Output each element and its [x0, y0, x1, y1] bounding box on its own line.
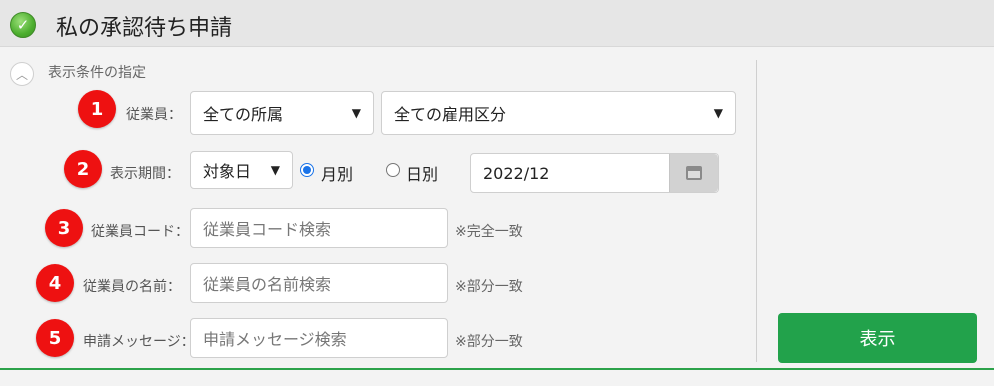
employee-name-placeholder: 従業員の名前検索	[203, 275, 332, 294]
date-value: 2022/12	[483, 164, 550, 183]
partial-match-note: ※部分一致	[455, 279, 523, 295]
radio-monthly-label[interactable]: 月別	[321, 161, 353, 185]
date-input[interactable]: 2022/12	[470, 153, 719, 193]
radio-daily[interactable]	[386, 163, 400, 177]
employment-type-select[interactable]: 全ての雇用区分 ▼	[381, 91, 736, 135]
message-placeholder: 申請メッセージ検索	[203, 330, 347, 349]
employee-code-placeholder: 従業員コード検索	[203, 220, 332, 239]
caret-down-icon: ▼	[351, 106, 361, 120]
caret-down-icon: ▼	[713, 106, 723, 120]
check-circle-icon: ✓	[10, 12, 36, 38]
employee-code-input[interactable]: 従業員コード検索	[190, 208, 448, 248]
period-basis-select[interactable]: 対象日 ▼	[190, 151, 293, 189]
step-badge-3: 3	[45, 209, 83, 247]
step-badge-4: 4	[36, 264, 74, 302]
name-label: 従業員の名前：	[83, 279, 181, 295]
exact-match-note: ※完全一致	[455, 224, 523, 240]
calendar-button[interactable]	[669, 154, 718, 192]
employment-type-value: 全ての雇用区分	[394, 105, 507, 124]
page-title: 私の承認待ち申請	[56, 16, 233, 41]
affiliation-select[interactable]: 全ての所属 ▼	[190, 91, 374, 135]
message-label: 申請メッセージ：	[83, 334, 195, 350]
radio-monthly[interactable]	[300, 163, 314, 177]
partial-match-note: ※部分一致	[455, 334, 523, 350]
step-badge-5: 5	[36, 319, 74, 357]
period-label: 表示期間：	[110, 166, 180, 182]
vertical-divider	[756, 60, 757, 362]
calendar-icon	[686, 166, 702, 180]
caret-down-icon: ▼	[270, 163, 280, 177]
show-button[interactable]: 表示	[778, 313, 977, 363]
code-label: 従業員コード：	[91, 224, 189, 240]
affiliation-value: 全ての所属	[203, 105, 284, 124]
period-basis-value: 対象日	[203, 162, 252, 181]
employee-label: 従業員：	[126, 107, 182, 123]
radio-daily-label[interactable]: 日別	[406, 161, 438, 185]
conditions-label[interactable]: 表示条件の指定	[48, 62, 146, 82]
step-badge-1: 1	[78, 90, 116, 128]
step-badge-2: 2	[64, 150, 102, 188]
chevron-up-icon[interactable]: ︿	[10, 62, 34, 86]
message-input[interactable]: 申請メッセージ検索	[190, 318, 448, 358]
employee-name-input[interactable]: 従業員の名前検索	[190, 263, 448, 303]
bottom-accent-line	[0, 368, 994, 370]
page-header: ✓ 私の承認待ち申請	[0, 0, 994, 47]
